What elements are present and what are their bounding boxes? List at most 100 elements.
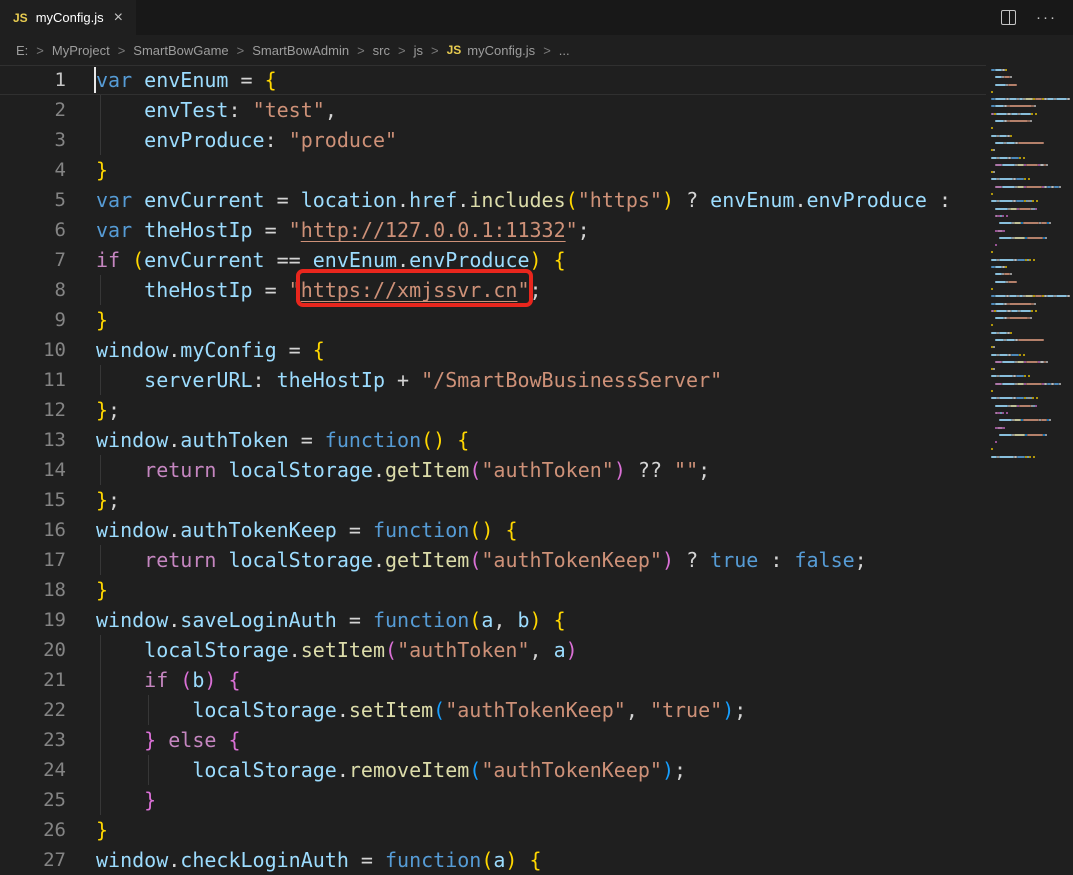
breadcrumb-item-smartbowadmin[interactable]: SmartBowAdmin <box>252 43 349 58</box>
code-token: myConfig <box>180 338 276 362</box>
code-line-6[interactable]: 6var theHostIp = "http://127.0.0.1:11332… <box>0 215 1073 245</box>
code-token: , <box>626 698 650 722</box>
breadcrumb-separator: > <box>36 43 44 58</box>
line-number-19[interactable]: 19 <box>0 605 96 635</box>
more-actions-icon[interactable]: ··· <box>1036 10 1057 25</box>
code-line-11[interactable]: 11 serverURL: theHostIp + "/SmartBowBusi… <box>0 365 1073 395</box>
code-token: saveLoginAuth <box>180 608 337 632</box>
minimap-token <box>991 193 993 195</box>
line-number-12[interactable]: 12 <box>0 395 96 425</box>
line-number-3[interactable]: 3 <box>0 125 96 155</box>
line-number-7[interactable]: 7 <box>0 245 96 275</box>
minimap[interactable] <box>986 65 1073 853</box>
code-token: "produce" <box>289 128 397 152</box>
minimap-token <box>1010 332 1012 334</box>
code-line-16[interactable]: 16window.authTokenKeep = function() { <box>0 515 1073 545</box>
line-number-1[interactable]: 1 <box>0 65 96 95</box>
breadcrumb-item-myproject[interactable]: MyProject <box>52 43 110 58</box>
code-line-15[interactable]: 15}; <box>0 485 1073 515</box>
code-line-8[interactable]: 8 theHostIp = "https://xmjssvr.cn"; <box>0 275 1073 305</box>
code-line-7[interactable]: 7if (envCurrent == envEnum.envProduce) { <box>0 245 1073 275</box>
code-line-21[interactable]: 21 if (b) { <box>0 665 1073 695</box>
code-line-content: } <box>96 155 108 185</box>
minimap-token <box>999 397 1013 399</box>
code-line-24[interactable]: 24 localStorage.removeItem("authTokenKee… <box>0 755 1073 785</box>
line-number-18[interactable]: 18 <box>0 575 96 605</box>
line-number-16[interactable]: 16 <box>0 515 96 545</box>
code-line-2[interactable]: 2 envTest: "test", <box>0 95 1073 125</box>
code-line-4[interactable]: 4} <box>0 155 1073 185</box>
line-number-13[interactable]: 13 <box>0 425 96 455</box>
code-token: " <box>517 278 529 302</box>
breadcrumb-item-smartbowgame[interactable]: SmartBowGame <box>133 43 228 58</box>
code-line-10[interactable]: 10window.myConfig = { <box>0 335 1073 365</box>
line-number-11[interactable]: 11 <box>0 365 96 395</box>
line-number-27[interactable]: 27 <box>0 845 96 875</box>
line-number-2[interactable]: 2 <box>0 95 96 125</box>
line-number-10[interactable]: 10 <box>0 335 96 365</box>
code-line-3[interactable]: 3 envProduce: "produce" <box>0 125 1073 155</box>
code-line-17[interactable]: 17 return localStorage.getItem("authToke… <box>0 545 1073 575</box>
minimap-token <box>1009 295 1017 297</box>
code-line-20[interactable]: 20 localStorage.setItem("authToken", a) <box>0 635 1073 665</box>
code-line-13[interactable]: 13window.authToken = function() { <box>0 425 1073 455</box>
code-token: = <box>265 188 301 212</box>
minimap-line <box>991 375 1059 377</box>
tab-bar: JS myConfig.js × ··· <box>0 0 1073 35</box>
code-line-26[interactable]: 26} <box>0 815 1073 845</box>
breadcrumb-item-myconfig-js[interactable]: JSmyConfig.js <box>447 43 536 58</box>
line-number-20[interactable]: 20 <box>0 635 96 665</box>
code-line-14[interactable]: 14 return localStorage.getItem("authToke… <box>0 455 1073 485</box>
code-line-9[interactable]: 9} <box>0 305 1073 335</box>
line-number-6[interactable]: 6 <box>0 215 96 245</box>
line-number-17[interactable]: 17 <box>0 545 96 575</box>
line-number-9[interactable]: 9 <box>0 305 96 335</box>
minimap-line <box>991 317 1059 319</box>
minimap-token <box>999 456 1014 458</box>
line-number-14[interactable]: 14 <box>0 455 96 485</box>
breadcrumb-item-[interactable]: ... <box>559 43 570 58</box>
line-number-26[interactable]: 26 <box>0 815 96 845</box>
breadcrumb-item-js[interactable]: js <box>414 43 423 58</box>
code-line-22[interactable]: 22 localStorage.setItem("authTokenKeep",… <box>0 695 1073 725</box>
code-line-12[interactable]: 12}; <box>0 395 1073 425</box>
indent-guide <box>100 755 101 785</box>
code-line-25[interactable]: 25 } <box>0 785 1073 815</box>
minimap-line <box>991 237 1059 239</box>
code-line-27[interactable]: 27window.checkLoginAuth = function(a) { <box>0 845 1073 875</box>
line-number-25[interactable]: 25 <box>0 785 96 815</box>
minimap-token <box>1018 142 1044 144</box>
code-line-18[interactable]: 18} <box>0 575 1073 605</box>
line-number-8[interactable]: 8 <box>0 275 96 305</box>
tab-close-icon[interactable]: × <box>114 10 123 26</box>
code-token: ) <box>530 608 542 632</box>
breadcrumb-item-src[interactable]: src <box>373 43 390 58</box>
minimap-token <box>1033 456 1035 458</box>
line-number-22[interactable]: 22 <box>0 695 96 725</box>
code-line-5[interactable]: 5var envCurrent = location.href.includes… <box>0 185 1073 215</box>
code-token: envEnum <box>313 248 397 272</box>
line-number-5[interactable]: 5 <box>0 185 96 215</box>
line-number-15[interactable]: 15 <box>0 485 96 515</box>
code-token: "" <box>674 458 698 482</box>
code-token: ( <box>481 848 493 872</box>
line-number-21[interactable]: 21 <box>0 665 96 695</box>
line-number-23[interactable]: 23 <box>0 725 96 755</box>
tab-myconfig-js[interactable]: JS myConfig.js × <box>0 0 136 35</box>
line-number-24[interactable]: 24 <box>0 755 96 785</box>
breadcrumb-item-e[interactable]: E: <box>16 43 28 58</box>
code-token: authTokenKeep <box>180 518 337 542</box>
code-token: "true" <box>650 698 722 722</box>
minimap-token <box>1049 222 1051 224</box>
code-token: " <box>566 218 578 242</box>
code-editor[interactable]: 1var envEnum = {2 envTest: "test",3 envP… <box>0 65 1073 853</box>
minimap-line <box>991 98 1059 100</box>
code-line-1[interactable]: 1var envEnum = { <box>0 65 1073 95</box>
code-line-23[interactable]: 23 } else { <box>0 725 1073 755</box>
minimap-token <box>1010 208 1017 210</box>
line-number-4[interactable]: 4 <box>0 155 96 185</box>
code-token: ( <box>469 758 481 782</box>
split-editor-icon[interactable] <box>1001 10 1016 25</box>
code-line-19[interactable]: 19window.saveLoginAuth = function(a, b) … <box>0 605 1073 635</box>
code-token: ) <box>662 188 674 212</box>
